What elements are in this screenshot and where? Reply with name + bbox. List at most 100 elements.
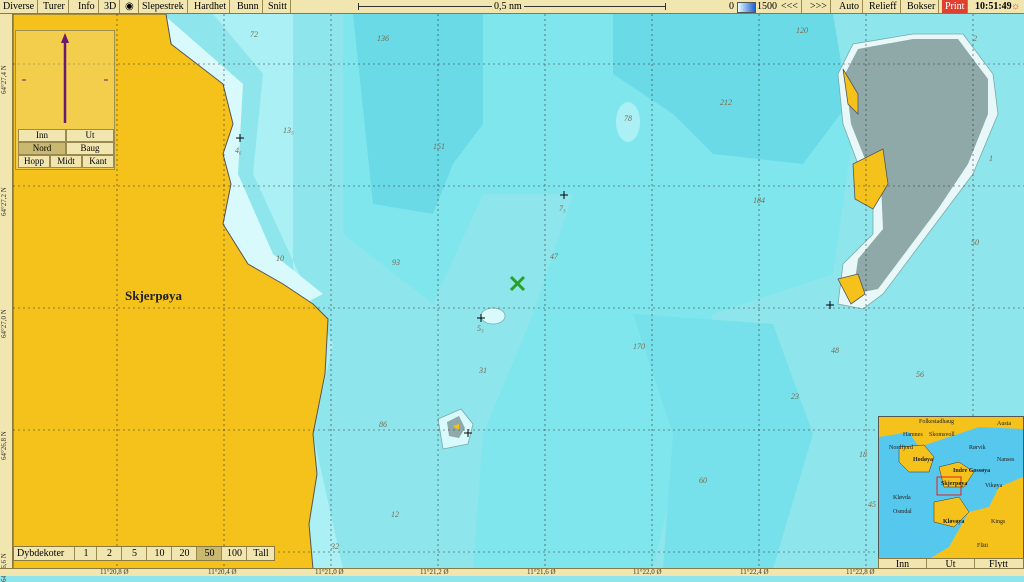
- depth-sounding: 72: [250, 30, 258, 39]
- contour-1-button[interactable]: 1: [74, 547, 97, 560]
- depth-sounding: 93: [392, 258, 400, 267]
- depth-sounding: 170: [633, 342, 645, 351]
- top-toolbar: Diverse Turer Info 3D ◉ Slepestrek Hardh…: [0, 0, 1024, 14]
- contour-tall-button[interactable]: Tall: [246, 547, 275, 560]
- nautical-chart[interactable]: 72 136 120 13₅ 4₆ 151 78 212 7₅ 184 93 4…: [12, 13, 1024, 570]
- latitude-label: 64°27,4 N: [0, 65, 8, 94]
- scale-label: 0,5 nm: [492, 0, 524, 13]
- depth-sounding: 32: [331, 542, 339, 551]
- depth-sounding: 212: [720, 98, 732, 107]
- depth-sounding: 120: [796, 26, 808, 35]
- menu-diverse[interactable]: Diverse: [0, 0, 39, 13]
- menu-hardhet[interactable]: Hardhet: [191, 0, 231, 13]
- depth-contour-bar: Dybdekoter 1 2 5 10 20 50 100 Tall: [13, 546, 275, 561]
- menu-snitt[interactable]: Snitt: [265, 0, 291, 13]
- menu-info[interactable]: Info: [75, 0, 99, 13]
- depth-sounding: 136: [377, 34, 389, 43]
- target-icon[interactable]: ◉: [122, 0, 139, 13]
- depth-sounding: 5₅: [477, 324, 484, 333]
- latitude-label: 64°27,2 N: [0, 187, 8, 216]
- depth-contour-label: Dybdekoter: [17, 548, 65, 559]
- overview-label: Fläti: [977, 543, 989, 549]
- zoom-in-button[interactable]: Inn: [18, 129, 66, 142]
- latitude-ruler: 64°27,4 N 64°27,2 N 64°27,0 N 64°26,8 N …: [0, 14, 13, 582]
- longitude-label: 11°22,4 Ø: [740, 568, 769, 576]
- north-arrow-icon: [22, 33, 108, 123]
- depth-sounding: 50: [971, 238, 979, 247]
- overview-label: Hamnes: [903, 432, 923, 438]
- contour-20-button[interactable]: 20: [171, 547, 197, 560]
- depth-color-legend: [737, 2, 756, 13]
- prev-button[interactable]: <<<: [778, 0, 802, 13]
- menu-3d[interactable]: 3D: [101, 0, 121, 13]
- longitude-label: 11°20,4 Ø: [208, 568, 237, 576]
- overview-label: Nordfjord: [889, 445, 913, 451]
- longitude-label: 11°22,0 Ø: [633, 568, 662, 576]
- depth-sounding: 10: [276, 254, 284, 263]
- heading-up-button[interactable]: Baug: [66, 142, 114, 155]
- menu-bunn[interactable]: Bunn: [234, 0, 263, 13]
- longitude-label: 11°22,8 Ø: [846, 568, 875, 576]
- depth-sounding: 23: [791, 392, 799, 401]
- contour-2-button[interactable]: 2: [96, 547, 122, 560]
- depth-sounding: 184: [753, 196, 765, 205]
- clock: 10:51:49: [975, 1, 1012, 12]
- print-button[interactable]: Print: [942, 0, 969, 13]
- latitude-label: 64°26,8 N: [0, 431, 8, 460]
- depth-sounding: 2: [973, 34, 977, 43]
- sun-icon: ☼: [1011, 1, 1021, 12]
- center-button[interactable]: Midt: [50, 155, 82, 168]
- overview-label: Kløvda: [893, 495, 911, 501]
- menu-turer[interactable]: Turer: [40, 0, 69, 13]
- contour-10-button[interactable]: 10: [146, 547, 172, 560]
- north-up-button[interactable]: Nord: [18, 142, 66, 155]
- depth-sounding: 13₅: [283, 126, 294, 135]
- zoom-out-button[interactable]: Ut: [66, 129, 114, 142]
- shoal: [480, 307, 506, 325]
- depth-sounding: 45: [868, 500, 876, 509]
- longitude-label: 11°21,6 Ø: [527, 568, 556, 576]
- depth-sounding: 78: [624, 114, 632, 123]
- contour-100-button[interactable]: 100: [221, 547, 247, 560]
- overview-label: Kløvøya: [943, 519, 965, 525]
- overview-label: Nanses: [997, 457, 1015, 463]
- place-name-skjerpoya: Skjerpøya: [125, 288, 183, 303]
- overview-label: Austa: [997, 421, 1011, 427]
- next-button[interactable]: >>>: [807, 0, 831, 13]
- depth-sounding: 31: [479, 366, 487, 375]
- overview-map[interactable]: Folkestadhaug Hamnes Skomsvoll Rørvik No…: [878, 416, 1024, 560]
- longitude-label: 11°20,8 Ø: [100, 568, 129, 576]
- jump-button[interactable]: Hopp: [18, 155, 50, 168]
- overview-label: Skjerpøya: [941, 481, 968, 487]
- depth-sounding: 12: [391, 510, 399, 519]
- menu-slepestrek[interactable]: Slepestrek: [139, 0, 188, 13]
- scale-tick: [358, 3, 359, 10]
- depth-sounding: 151: [433, 142, 445, 151]
- depth-max: 1500: [757, 1, 777, 12]
- overview-label: Rørvik: [969, 445, 986, 451]
- depth-sounding: 47: [550, 252, 558, 261]
- contour-50-button[interactable]: 50: [196, 547, 222, 560]
- longitude-label: 11°21,0 Ø: [315, 568, 344, 576]
- overview-label: Vikøya: [985, 483, 1003, 489]
- overview-label: Indre Gossøya: [953, 468, 991, 474]
- overview-label: Hodøya: [913, 457, 934, 463]
- compass-panel: Inn Ut Nord Baug Hopp Midt Kant: [15, 30, 115, 170]
- depth-sounding: 1: [989, 154, 993, 163]
- contour-5-button[interactable]: 5: [121, 547, 147, 560]
- overview-label: Kings: [991, 519, 1006, 525]
- overview-label: Folkestadhaug: [919, 419, 954, 425]
- depth-sounding: 48: [831, 346, 839, 355]
- depth-sounding: 86: [379, 420, 387, 429]
- longitude-label: 11°21,2 Ø: [420, 568, 449, 576]
- auto-button[interactable]: Auto: [836, 0, 863, 13]
- depth-sounding: 18: [859, 450, 867, 459]
- edge-button[interactable]: Kant: [82, 155, 114, 168]
- overview-label: Skomsvoll: [929, 432, 955, 438]
- depth-sounding: 4₆: [235, 146, 242, 155]
- bokser-button[interactable]: Bokser: [904, 0, 940, 13]
- scale-tick: [665, 3, 666, 10]
- relieff-button[interactable]: Relieff: [866, 0, 901, 13]
- depth-sounding: 60: [699, 476, 707, 485]
- depth-sounding: 7₅: [559, 204, 566, 213]
